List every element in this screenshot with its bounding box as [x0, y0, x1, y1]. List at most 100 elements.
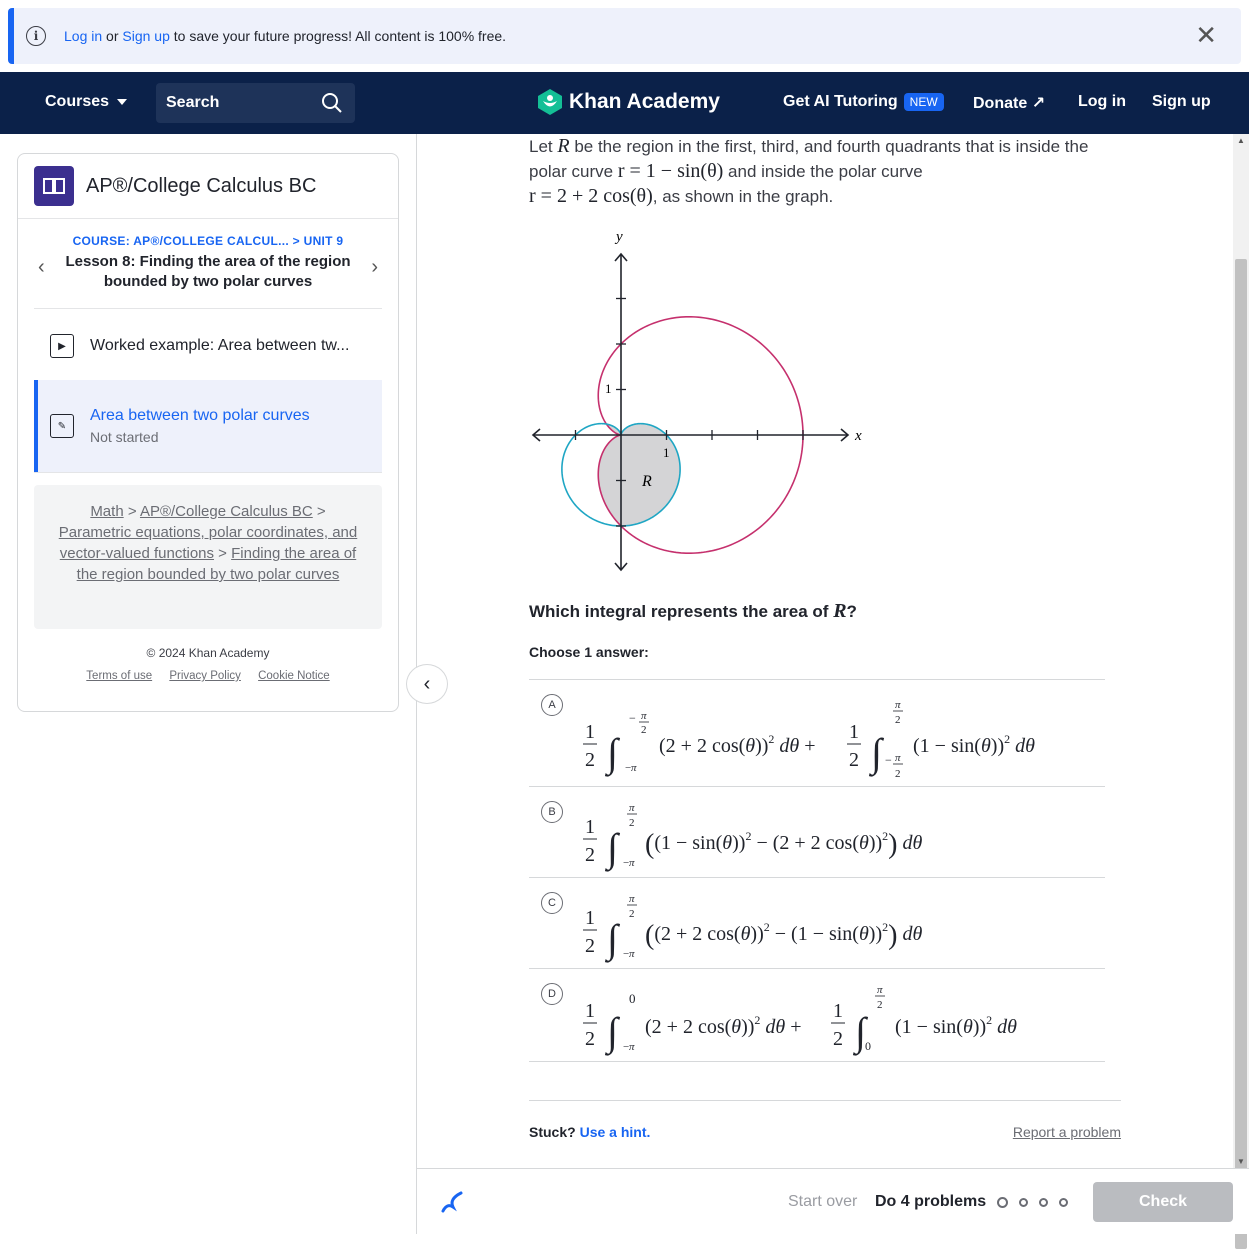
breadcrumb-math[interactable]: Math [90, 503, 123, 520]
svg-text:((2 + 2 cos(θ))2 − (1 − sin(θ): ((2 + 2 cos(θ))2 − (1 − sin(θ))2) dθ [645, 920, 922, 951]
svg-text:2: 2 [585, 1028, 595, 1050]
sidebar-footer: © 2024 Khan Academy Terms of use Privacy… [18, 646, 398, 682]
donate-link[interactable]: Donate ↗ [973, 93, 1045, 113]
svg-text:π: π [895, 752, 901, 764]
lesson-title: Lesson 8: Finding the area of the region… [65, 253, 351, 290]
ai-tutoring-link[interactable]: Get AI Tutoring NEW [783, 93, 944, 111]
svg-text:(2 + 2 cos(θ))2 dθ +: (2 + 2 cos(θ))2 dθ + [645, 1013, 802, 1038]
new-badge: NEW [903, 93, 944, 111]
svg-text:1: 1 [585, 721, 595, 743]
banner-login-link[interactable]: Log in [64, 28, 102, 44]
svg-text:2: 2 [833, 1028, 843, 1050]
svg-text:2: 2 [895, 714, 901, 726]
svg-text:π: π [629, 857, 635, 869]
svg-text:2: 2 [641, 724, 647, 736]
choice-b[interactable]: B 12 ∫ π2 − π ((1 − sin(θ))2 − (2 + 2 cos… [529, 787, 1105, 878]
scroll-up-arrow[interactable]: ▲ [1237, 136, 1245, 145]
progress-dot [1019, 1198, 1028, 1207]
y-tick-label-1: 1 [605, 381, 612, 396]
chevron-down-icon [117, 98, 128, 105]
svg-text:∫: ∫ [604, 916, 621, 963]
svg-text:2: 2 [877, 999, 883, 1011]
khan-academy-logo[interactable]: Khan Academy [537, 88, 720, 116]
svg-text:0: 0 [865, 1039, 871, 1053]
khan-leaf-icon [538, 89, 562, 115]
svg-text:2: 2 [629, 817, 635, 829]
course-book-icon [34, 166, 74, 206]
exercise-panel: Let R be the region in the first, third,… [529, 134, 1121, 1140]
start-over-button[interactable]: Start over [788, 1193, 857, 1211]
x-axis-label: x [854, 428, 862, 444]
sidebar-item-exercise[interactable]: ✎ Area between two polar curves Not star… [34, 380, 382, 472]
svg-text:2: 2 [629, 908, 635, 920]
svg-text:2: 2 [895, 768, 901, 780]
svg-text:2: 2 [585, 749, 595, 771]
privacy-link[interactable]: Privacy Policy [169, 670, 241, 682]
svg-text:1: 1 [833, 1000, 843, 1022]
choice-letter: D [541, 983, 563, 1005]
progress-dot [997, 1197, 1008, 1208]
check-button[interactable]: Check [1093, 1182, 1233, 1222]
choose-label: Choose 1 answer: [529, 644, 649, 660]
top-nav: Courses Search Khan Academy Get AI Tutor… [0, 72, 1249, 134]
search-icon[interactable] [321, 92, 343, 114]
sidebar-item-status: Not started [90, 429, 159, 445]
scroll-down-arrow[interactable]: ▼ [1237, 1157, 1245, 1166]
chevron-left-icon[interactable]: ‹ [38, 256, 45, 279]
answer-choices: A 12 ∫ − π 2 − π (2 + 2 cos(θ))2 dθ + 12 ∫ … [529, 679, 1105, 1062]
scrollbar-thumb[interactable] [1235, 259, 1247, 1249]
signup-link[interactable]: Sign up [1152, 93, 1211, 111]
choice-a[interactable]: A 12 ∫ − π 2 − π (2 + 2 cos(θ))2 dθ + 12 ∫ … [529, 680, 1105, 787]
sidebar-item-label: Worked example: Area between tw... [90, 337, 350, 354]
svg-text:π: π [641, 710, 647, 722]
terms-link[interactable]: Terms of use [86, 670, 152, 682]
scrollbar[interactable]: ▲ ▼ [1233, 134, 1249, 1249]
choice-letter: A [541, 694, 563, 716]
progress-dot [1039, 1198, 1048, 1207]
courses-menu[interactable]: Courses [45, 93, 128, 111]
info-icon: i [26, 26, 46, 46]
do-problems-label: Do 4 problems [875, 1193, 987, 1210]
breadcrumb-course[interactable]: AP®/College Calculus BC [140, 503, 313, 520]
progress-dot [1059, 1198, 1068, 1207]
chevron-right-icon[interactable]: › [371, 256, 378, 279]
banner-message: to save your future progress! All conten… [173, 28, 507, 44]
svg-text:π: π [629, 802, 635, 814]
course-title[interactable]: AP®/College Calculus BC [86, 175, 316, 198]
svg-text:−: − [885, 753, 892, 767]
close-icon[interactable]: ✕ [1195, 22, 1217, 48]
login-link[interactable]: Log in [1078, 93, 1126, 111]
external-link-icon: ↗ [1031, 95, 1046, 112]
copyright: © 2024 Khan Academy [146, 646, 270, 660]
choice-c[interactable]: C 12 ∫ π2 − π ((2 + 2 cos(θ))2 − (1 − sin… [529, 878, 1105, 969]
course-crumb[interactable]: COURSE: AP®/COLLEGE CALCUL... [73, 234, 289, 248]
svg-text:(1 − sin(θ))2 dθ: (1 − sin(θ))2 dθ [895, 1013, 1017, 1038]
course-sidebar: AP®/College Calculus BC COURSE: AP®/COLL… [17, 153, 399, 712]
x-tick-label-1: 1 [663, 445, 670, 460]
chevron-left-icon: ‹ [423, 672, 431, 695]
unit-crumb[interactable]: > UNIT 9 [293, 234, 344, 248]
use-hint-link[interactable]: Use a hint. [580, 1124, 651, 1140]
lesson-navigator: COURSE: AP®/COLLEGE CALCUL... > UNIT 9 L… [34, 234, 382, 292]
svg-text:∫: ∫ [604, 730, 621, 777]
svg-text:(1 − sin(θ))2 dθ: (1 − sin(θ))2 dθ [913, 732, 1035, 757]
svg-text:π: π [629, 1041, 635, 1053]
banner-signup-link[interactable]: Sign up [122, 28, 169, 44]
banner-or: or [106, 28, 119, 44]
search-input[interactable]: Search [156, 83, 355, 123]
choice-d[interactable]: D 12 ∫ 0 − π (2 + 2 cos(θ))2 dθ + 12 ∫ π2… [529, 969, 1105, 1062]
report-problem-link[interactable]: Report a problem [1013, 1124, 1121, 1140]
banner-text: Log in or Sign up to save your future pr… [64, 28, 506, 44]
pencil-icon: ✎ [50, 414, 74, 438]
exercise-footer: Start over Do 4 problems Check [417, 1168, 1249, 1234]
choice-letter: B [541, 801, 563, 823]
sidebar-item-worked-example[interactable]: ▶ Worked example: Area between tw... [34, 320, 382, 372]
scratchpad-icon[interactable] [439, 1189, 465, 1215]
collapse-sidebar-button[interactable]: ‹ [406, 664, 448, 704]
cookie-link[interactable]: Cookie Notice [258, 670, 330, 682]
svg-text:∫: ∫ [604, 825, 621, 872]
search-placeholder: Search [166, 94, 220, 111]
curve-2-equation: r = 2 + 2 cos(θ) [529, 185, 653, 207]
svg-text:∫: ∫ [604, 1009, 621, 1056]
divider [529, 1100, 1121, 1101]
